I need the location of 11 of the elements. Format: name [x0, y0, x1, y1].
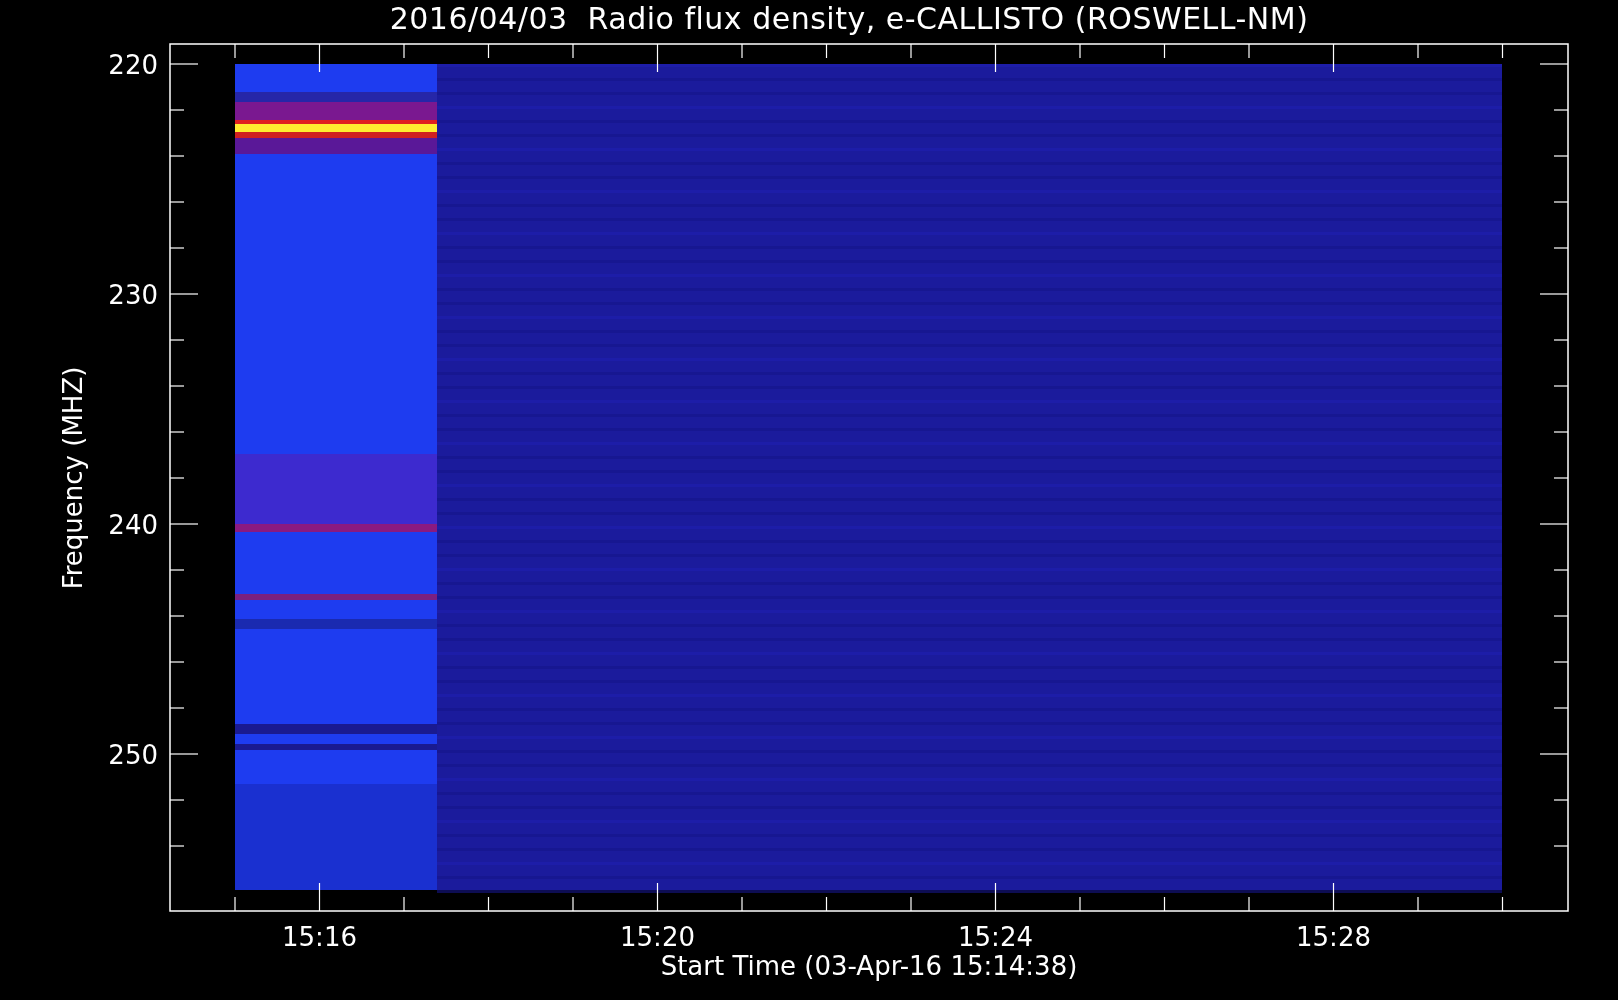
x-tick-label: 15:24 — [958, 922, 1033, 952]
y-tick-label: 250 — [108, 740, 158, 770]
x-tick-label: 15:16 — [282, 922, 357, 952]
y-tick-label: 220 — [108, 50, 158, 80]
x-axis-label: Start Time (03-Apr-16 15:14:38) — [660, 951, 1078, 981]
x-tick-label: 15:20 — [620, 922, 695, 952]
y-tick-label: 230 — [108, 280, 158, 310]
y-axis-label: Frequency (MHZ) — [58, 366, 88, 590]
x-tick-label: 15:28 — [1296, 922, 1371, 952]
chart-title: 2016/04/03 Radio flux density, e-CALLISTO (ROSWELL-NM) — [389, 0, 1309, 38]
y-tick-label: 240 — [108, 510, 158, 540]
